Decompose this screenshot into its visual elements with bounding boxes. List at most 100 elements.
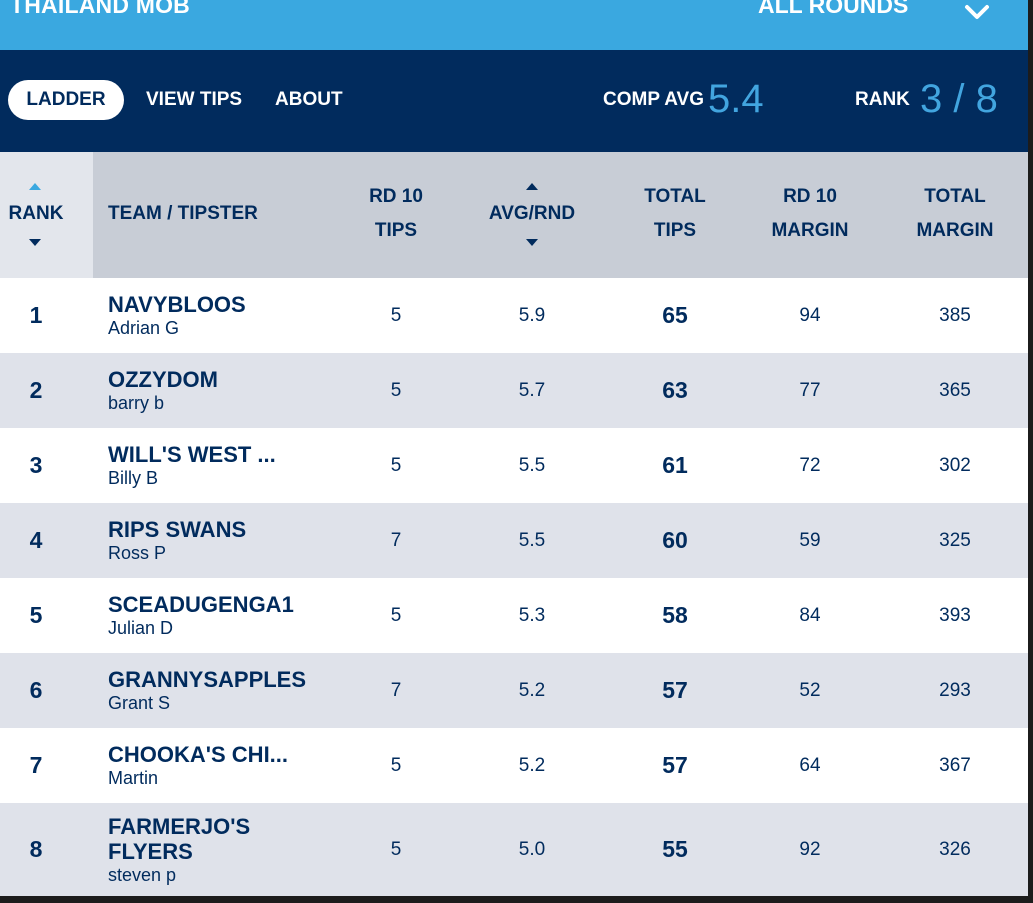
row-rd10-tips: 5 [390, 604, 402, 626]
row-rank: 6 [29, 677, 43, 703]
row-rank: 3 [29, 452, 43, 478]
nav-bar: LADDER VIEW TIPS ABOUT COMP AVG 5.4 RANK… [0, 50, 1028, 152]
sort-down-icon[interactable] [29, 239, 41, 246]
row-rd10-margin: 94 [799, 304, 821, 326]
comp-avg-value: 5.4 [708, 77, 764, 121]
row-avg-rnd: 5.0 [518, 838, 546, 860]
row-rd10-margin: 84 [799, 604, 821, 626]
header-team-tipster: TEAM / TIPSTER [108, 203, 258, 224]
table-row[interactable]: 3 WILL'S WEST ... Billy B 5 5.5 61 72 30… [0, 428, 1028, 503]
row-total-tips: 60 [662, 527, 688, 553]
sort-up-icon[interactable] [29, 183, 41, 190]
team-name: SCEADUGENGA1 [108, 592, 294, 617]
row-total-tips: 65 [662, 302, 688, 328]
table-row[interactable]: 7 CHOOKA'S CHI... Martin 5 5.2 57 64 367 [0, 728, 1028, 803]
row-total-margin: 367 [939, 754, 971, 776]
team-name: OZZYDOM [108, 367, 218, 392]
row-total-tips: 57 [662, 752, 688, 778]
row-rd10-margin: 92 [799, 838, 821, 860]
tab-ladder[interactable]: LADDER [8, 80, 124, 120]
row-total-tips: 61 [662, 452, 688, 478]
row-rd10-tips: 5 [390, 838, 402, 860]
team-name: FARMERJO'S FLYERS [108, 813, 251, 864]
row-rd10-margin: 59 [799, 529, 821, 551]
row-rank: 1 [29, 302, 43, 328]
rank-label: RANK [855, 89, 910, 110]
row-rd10-margin: 64 [799, 754, 821, 776]
header-total-margin-line1: TOTAL [924, 186, 986, 207]
rank-value: 3 / 8 [920, 77, 998, 121]
row-total-margin: 293 [939, 679, 971, 701]
row-rd10-margin: 72 [799, 454, 821, 476]
row-rank: 7 [29, 752, 43, 778]
row-team-cell: RIPS SWANS Ross P [108, 503, 348, 578]
chevron-down-icon[interactable] [964, 2, 990, 22]
table-row[interactable]: 5 SCEADUGENGA1 Julian D 5 5.3 58 84 393 [0, 578, 1028, 653]
table-row[interactable]: 6 GRANNYSAPPLES Grant S 7 5.2 57 52 293 [0, 653, 1028, 728]
row-rd10-tips: 5 [390, 379, 402, 401]
table-row[interactable]: 1 NAVYBLOOS Adrian G 5 5.9 65 94 385 [0, 278, 1028, 353]
tipster-name: Billy B [108, 468, 159, 488]
team-name: GRANNYSAPPLES [108, 667, 307, 692]
row-team-cell: CHOOKA'S CHI... Martin [108, 728, 348, 803]
header-total-tips-line1: TOTAL [644, 186, 706, 207]
sort-up-icon[interactable] [526, 183, 538, 190]
row-rd10-tips: 5 [390, 754, 402, 776]
header-total-tips-line2: TIPS [653, 220, 697, 241]
tipster-name: Martin [108, 768, 159, 788]
tipster-name: Julian D [108, 618, 174, 638]
row-total-tips: 58 [662, 602, 688, 628]
header-avg-rnd[interactable]: AVG/RND [482, 197, 582, 231]
row-total-tips: 55 [662, 836, 688, 862]
row-team-cell: OZZYDOM barry b [108, 353, 348, 428]
row-rd10-tips: 5 [390, 454, 402, 476]
round-selector[interactable]: ALL ROUNDS [758, 0, 908, 19]
tab-view-tips[interactable]: VIEW TIPS [146, 80, 242, 120]
tipster-name: barry b [108, 393, 165, 413]
table-row[interactable]: 4 RIPS SWANS Ross P 7 5.5 60 59 325 [0, 503, 1028, 578]
row-avg-rnd: 5.3 [518, 604, 546, 626]
header-rd10-tips-line2: TIPS [374, 220, 418, 241]
team-name: NAVYBLOOS [108, 292, 246, 317]
row-rank: 2 [29, 377, 43, 403]
row-total-margin: 385 [939, 304, 971, 326]
tipping-ladder-panel: THAILAND MOB ALL ROUNDS LADDER VIEW TIPS… [0, 0, 1028, 896]
header-rd10-margin-line1: RD 10 [783, 186, 837, 207]
tipster-name: steven p [108, 864, 177, 885]
row-rd10-margin: 77 [799, 379, 821, 401]
table-row[interactable]: 2 OZZYDOM barry b 5 5.7 63 77 365 [0, 353, 1028, 428]
row-team-cell: FARMERJO'S FLYERS steven p [108, 803, 268, 896]
header-rank[interactable]: RANK [0, 197, 72, 231]
row-team-cell: NAVYBLOOS Adrian G [108, 278, 348, 353]
row-total-margin: 326 [939, 838, 971, 860]
row-total-margin: 365 [939, 379, 971, 401]
competition-header: THAILAND MOB ALL ROUNDS [0, 0, 1028, 50]
row-avg-rnd: 5.7 [518, 379, 546, 401]
tab-about[interactable]: ABOUT [275, 80, 343, 120]
tipster-name: Grant S [108, 693, 171, 713]
row-avg-rnd: 5.2 [518, 679, 546, 701]
team-name: CHOOKA'S CHI... [108, 742, 289, 767]
row-team-cell: GRANNYSAPPLES Grant S [108, 653, 348, 728]
table-row[interactable]: 8 FARMERJO'S FLYERS steven p 5 5.0 55 92… [0, 803, 1028, 896]
tipster-name: Adrian G [108, 318, 180, 338]
header-rd10-margin-line2: MARGIN [771, 220, 849, 241]
row-rd10-margin: 52 [799, 679, 821, 701]
row-total-margin: 325 [939, 529, 971, 551]
row-total-margin: 393 [939, 604, 971, 626]
row-total-tips: 63 [662, 377, 688, 403]
row-avg-rnd: 5.5 [518, 454, 546, 476]
row-rd10-tips: 7 [390, 529, 402, 551]
row-avg-rnd: 5.2 [518, 754, 546, 776]
row-rd10-tips: 5 [390, 304, 402, 326]
tipster-name: Ross P [108, 543, 167, 563]
team-name: WILL'S WEST ... [108, 442, 276, 467]
sort-down-icon[interactable] [526, 239, 538, 246]
competition-name: THAILAND MOB [10, 0, 190, 18]
row-avg-rnd: 5.9 [518, 304, 546, 326]
row-rank: 5 [29, 602, 43, 628]
header-total-margin-line2: MARGIN [916, 220, 994, 241]
row-total-margin: 302 [939, 454, 971, 476]
row-rd10-tips: 7 [390, 679, 402, 701]
row-avg-rnd: 5.5 [518, 529, 546, 551]
